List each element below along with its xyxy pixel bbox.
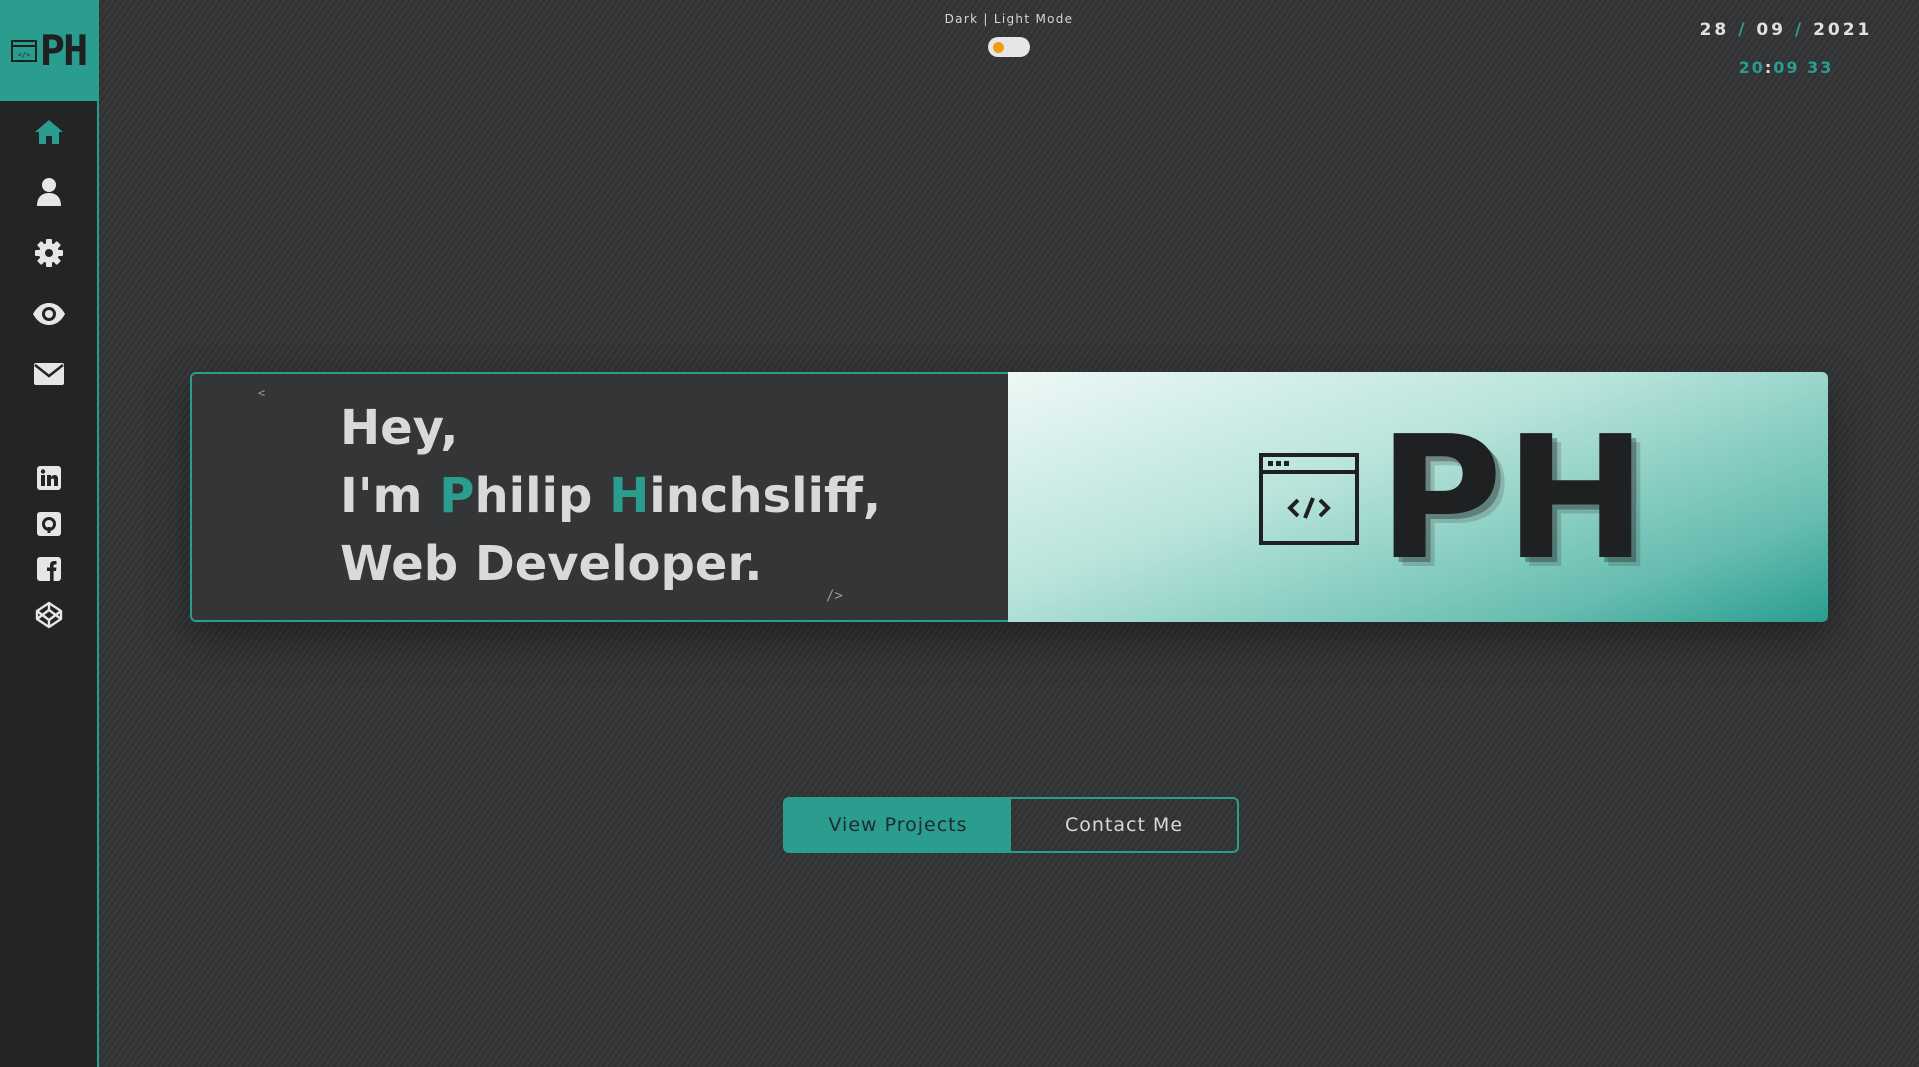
hero-card: < Hey, I'm Philip Hinchsliff, Web Develo… [190,372,1828,622]
gear-icon [34,239,63,267]
brand-emblem: PH [1258,400,1649,598]
greeting-line-1: Hey, [340,400,459,456]
nav-portfolio[interactable] [0,292,97,336]
first-name-rest: hilip [474,468,610,524]
social-codepen[interactable] [0,593,97,637]
home-icon [34,120,63,144]
date-separator: / [1794,20,1805,40]
social-linkedin[interactable] [0,456,97,500]
hero-actions: View Projects Contact Me [783,797,1239,853]
hero-brand-panel: PH [1008,372,1828,622]
time-seconds: 33 [1807,58,1834,77]
hero-greeting: Hey, I'm Philip Hinchsliff, Web Develope… [340,394,881,598]
social-facebook[interactable] [0,547,97,591]
greeting-prefix: I'm [340,468,440,524]
time-hours: 20 [1738,58,1765,77]
sidebar: </> PH [0,0,99,1067]
nav-skills[interactable] [0,231,97,275]
mode-label: Dark | Light Mode [944,12,1074,26]
current-date: 28 / 09 / 2021 [1680,20,1892,40]
nav-home[interactable] [0,110,97,154]
code-open-tag: < [258,386,266,400]
browser-code-icon: </> [10,39,37,62]
greeting-line-3: Web Developer. [340,536,763,592]
view-projects-button[interactable]: View Projects [785,799,1011,851]
site-logo[interactable]: </> PH [0,0,97,101]
hero-intro-panel: < Hey, I'm Philip Hinchsliff, Web Develo… [190,372,1010,622]
code-close-tag: /> [826,588,843,604]
user-icon [36,178,61,206]
current-time: 20:09 33 [1680,58,1892,77]
time-minutes: 09 [1773,58,1800,77]
date-year: 2021 [1813,20,1873,40]
envelope-icon [33,363,64,385]
contact-me-button[interactable]: Contact Me [1011,799,1237,851]
logo-text: PH [39,26,89,75]
nav-contact[interactable] [0,352,97,396]
github-icon [36,512,61,536]
facebook-icon [36,557,61,581]
last-initial: H [609,468,650,524]
linkedin-icon [36,466,61,490]
date-month: 09 [1756,20,1786,40]
social-github[interactable] [0,502,97,546]
last-name-rest: inchsliff, [649,468,882,524]
codepen-icon [35,601,62,629]
first-initial: P [439,468,475,524]
nav-about[interactable] [0,170,97,214]
toggle-knob [993,42,1004,53]
browser-code-icon [1259,453,1359,545]
date-separator: / [1738,20,1748,40]
dark-light-toggle[interactable] [988,37,1030,57]
brand-letters: PH [1378,400,1649,598]
date-day: 28 [1699,20,1730,40]
eye-icon [32,303,65,325]
greeting-line-2: I'm Philip Hinchsliff, [340,462,881,530]
svg-text:</>: </> [17,51,30,59]
